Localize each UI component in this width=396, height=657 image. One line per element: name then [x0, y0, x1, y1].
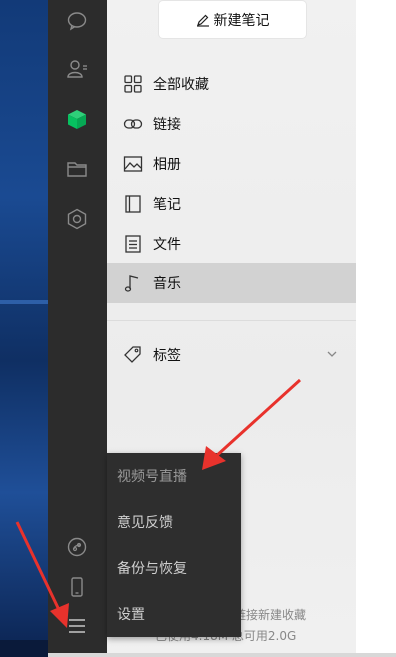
- pencil-icon: [196, 14, 209, 27]
- chevron-down-icon[interactable]: [326, 348, 338, 360]
- tags-section[interactable]: 标签: [107, 335, 356, 375]
- nav-item-label: 全部收藏: [153, 77, 209, 93]
- nav-item-all-favorites[interactable]: 全部收藏: [107, 64, 356, 104]
- nav-item-files[interactable]: 文件: [107, 224, 356, 264]
- menu-item-channels-live[interactable]: 视频号直播: [107, 453, 241, 499]
- link-icon: [123, 114, 143, 134]
- divider: [107, 320, 356, 321]
- menu-item-feedback[interactable]: 意见反馈: [107, 499, 241, 545]
- window-bottom-edge: [48, 653, 396, 657]
- phone-icon[interactable]: [66, 576, 88, 598]
- left-nav-rail: [48, 0, 107, 653]
- nav-item-label: 笔记: [153, 197, 181, 213]
- grid-icon: [123, 74, 143, 94]
- tags-label: 标签: [153, 348, 181, 364]
- nav-item-label: 文件: [153, 237, 181, 253]
- favorites-cube-icon[interactable]: [66, 108, 88, 130]
- nav-item-label: 音乐: [153, 276, 181, 292]
- menu-item-settings[interactable]: 设置: [107, 591, 241, 637]
- taskbar: [0, 640, 48, 657]
- nav-item-links[interactable]: 链接: [107, 104, 356, 144]
- storage-status-line1: 链接新建收藏: [234, 608, 307, 622]
- nav-item-album[interactable]: 相册: [107, 144, 356, 184]
- contacts-icon[interactable]: [66, 58, 88, 80]
- mini-program-icon[interactable]: [66, 536, 88, 558]
- music-icon: [123, 273, 143, 293]
- nav-item-label: 链接: [153, 117, 181, 133]
- new-note-button[interactable]: 新建笔记: [159, 1, 306, 38]
- chat-icon[interactable]: [66, 10, 88, 32]
- menu-hamburger-icon[interactable]: [66, 615, 88, 637]
- file-icon: [123, 234, 143, 254]
- image-icon: [123, 154, 143, 174]
- folder-icon[interactable]: [66, 158, 88, 180]
- settings-popup-menu: 视频号直播 意见反馈 备份与恢复 设置: [107, 453, 241, 637]
- notebook-icon: [123, 194, 143, 214]
- desktop-streak: [0, 300, 48, 304]
- moments-icon[interactable]: [66, 208, 88, 230]
- menu-item-backup-restore[interactable]: 备份与恢复: [107, 545, 241, 591]
- desktop-background: [0, 0, 48, 657]
- nav-item-music[interactable]: 音乐: [107, 263, 356, 303]
- new-note-label: 新建笔记: [213, 12, 270, 29]
- nav-item-notes[interactable]: 笔记: [107, 184, 356, 224]
- tag-icon: [123, 345, 143, 365]
- content-area: [356, 0, 396, 657]
- nav-item-label: 相册: [153, 157, 181, 173]
